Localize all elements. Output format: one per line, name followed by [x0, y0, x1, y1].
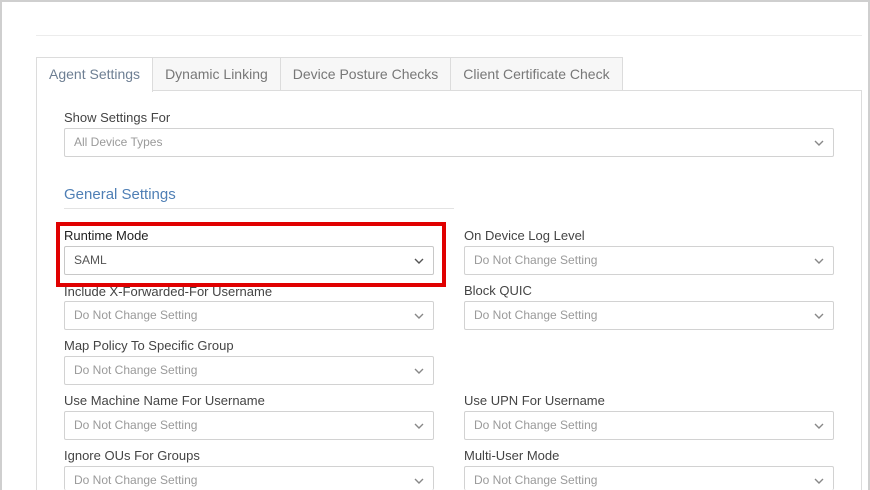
- chevron-down-icon: [413, 412, 425, 439]
- chevron-down-icon: [813, 467, 825, 490]
- use-upn-label: Use UPN For Username: [464, 393, 605, 408]
- multi-user-mode-value: Do Not Change Setting: [474, 473, 598, 487]
- settings-tabs: Agent Settings Dynamic Linking Device Po…: [36, 57, 623, 92]
- map-policy-select[interactable]: Do Not Change Setting: [64, 356, 434, 385]
- multi-user-mode-select[interactable]: Do Not Change Setting: [464, 466, 834, 490]
- chevron-down-icon: [813, 129, 825, 156]
- on-device-log-level-select[interactable]: Do Not Change Setting: [464, 246, 834, 275]
- ignore-ous-value: Do Not Change Setting: [74, 473, 198, 487]
- use-machine-name-value: Do Not Change Setting: [74, 418, 198, 432]
- show-settings-for-label: Show Settings For: [64, 110, 171, 125]
- use-upn-select[interactable]: Do Not Change Setting: [464, 411, 834, 440]
- ignore-ous-label: Ignore OUs For Groups: [64, 448, 200, 463]
- use-machine-name-select[interactable]: Do Not Change Setting: [64, 411, 434, 440]
- chevron-down-icon: [413, 467, 425, 490]
- show-settings-for-select[interactable]: All Device Types: [64, 128, 834, 157]
- chevron-down-icon: [813, 302, 825, 329]
- chevron-down-icon: [813, 412, 825, 439]
- section-title: General Settings: [64, 186, 176, 203]
- on-device-log-level-label: On Device Log Level: [464, 228, 585, 243]
- divider: [36, 35, 862, 36]
- block-quic-label: Block QUIC: [464, 283, 532, 298]
- chevron-down-icon: [813, 247, 825, 274]
- block-quic-select[interactable]: Do Not Change Setting: [464, 301, 834, 330]
- chevron-down-icon: [413, 302, 425, 329]
- tab-agent-settings[interactable]: Agent Settings: [36, 57, 154, 92]
- show-settings-for-value: All Device Types: [74, 135, 163, 149]
- use-upn-value: Do Not Change Setting: [474, 418, 598, 432]
- highlight-box: [56, 222, 446, 287]
- include-x-forwarded-value: Do Not Change Setting: [74, 308, 198, 322]
- tab-dynamic-linking[interactable]: Dynamic Linking: [152, 57, 281, 91]
- chevron-down-icon: [413, 357, 425, 384]
- use-machine-name-label: Use Machine Name For Username: [64, 393, 265, 408]
- map-policy-value: Do Not Change Setting: [74, 363, 198, 377]
- tab-device-posture-checks[interactable]: Device Posture Checks: [279, 57, 452, 91]
- multi-user-mode-label: Multi-User Mode: [464, 448, 560, 463]
- section-divider: [64, 208, 454, 209]
- on-device-log-level-value: Do Not Change Setting: [474, 253, 598, 267]
- block-quic-value: Do Not Change Setting: [474, 308, 598, 322]
- ignore-ous-select[interactable]: Do Not Change Setting: [64, 466, 434, 490]
- map-policy-label: Map Policy To Specific Group: [64, 338, 234, 353]
- include-x-forwarded-select[interactable]: Do Not Change Setting: [64, 301, 434, 330]
- tab-client-certificate-check[interactable]: Client Certificate Check: [450, 57, 623, 91]
